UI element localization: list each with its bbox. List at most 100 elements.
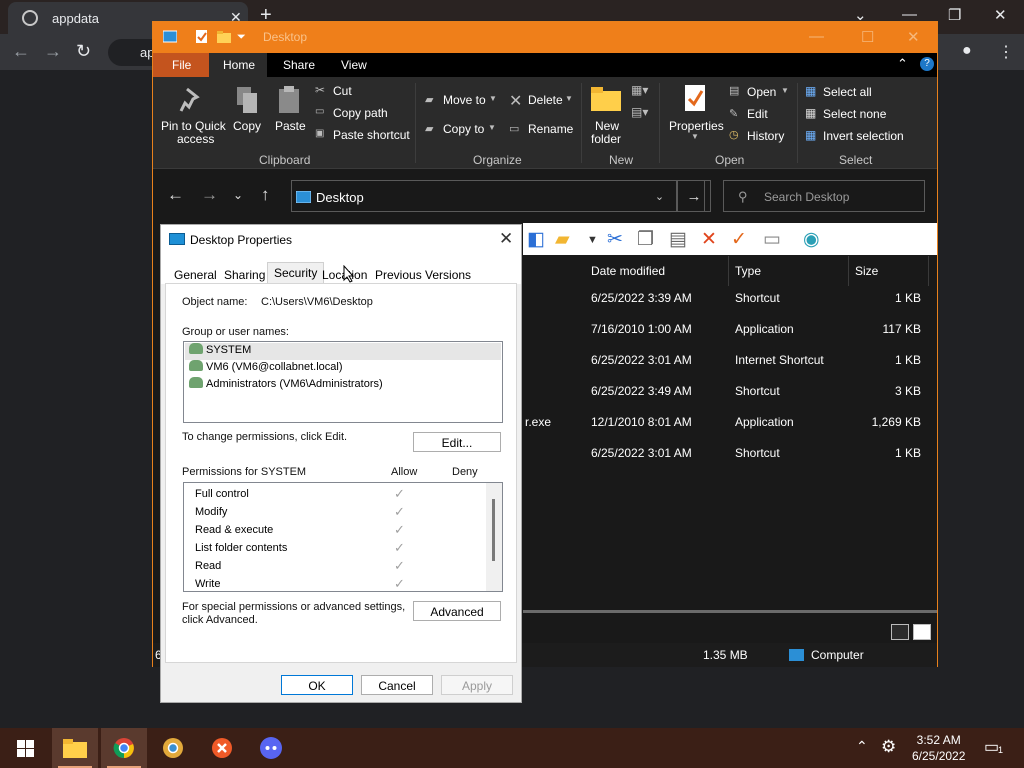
open-icon[interactable]: ▤ bbox=[729, 84, 739, 97]
rename-icon[interactable]: ▭ bbox=[509, 122, 519, 135]
delete-button[interactable]: Delete bbox=[528, 93, 563, 107]
address-dropdown-icon[interactable]: ⌄ bbox=[643, 180, 677, 212]
column-date-modified[interactable]: Date modified bbox=[585, 256, 729, 286]
new-folder-icon[interactable] bbox=[591, 85, 621, 111]
copy-icon[interactable] bbox=[235, 85, 259, 115]
move-to-icon[interactable]: ▰ bbox=[425, 93, 433, 106]
explorer-close-button[interactable]: ✕ bbox=[907, 28, 920, 46]
taskbar-clock[interactable]: 3:52 AM 6/25/2022 bbox=[912, 732, 965, 764]
user-item-vm6[interactable]: VM6 (VM6@collabnet.local) bbox=[189, 360, 343, 377]
large-icons-view-icon[interactable] bbox=[913, 624, 931, 640]
taskbar-discord[interactable] bbox=[248, 728, 294, 768]
pin-quick-access-label-1[interactable]: Pin to Quick bbox=[161, 119, 226, 133]
new-folder-label-2[interactable]: folder bbox=[591, 132, 621, 146]
select-all-icon[interactable]: ▦ bbox=[805, 84, 816, 98]
help-icon[interactable]: ? bbox=[920, 57, 934, 71]
delete-dropdown-icon[interactable]: ▼ bbox=[565, 94, 573, 103]
user-item-system[interactable]: SYSTEM bbox=[185, 343, 501, 360]
recent-locations-icon[interactable]: ⌄ bbox=[233, 188, 243, 202]
pin-icon[interactable] bbox=[179, 87, 203, 113]
copy-path-icon[interactable]: ▭ bbox=[315, 106, 324, 117]
customize-qa-icon[interactable]: ⏷ bbox=[237, 31, 246, 44]
pin-quick-access-label-2[interactable]: access bbox=[177, 132, 214, 146]
copy-toolbar-icon[interactable]: ❐ bbox=[637, 228, 654, 251]
tab-sharing[interactable]: Sharing bbox=[224, 268, 265, 282]
paste-shortcut-icon[interactable]: ▣ bbox=[315, 128, 324, 139]
scissors-icon[interactable]: ✂ bbox=[315, 83, 325, 97]
show-hidden-icons-chevron[interactable]: ⌃ bbox=[856, 738, 868, 755]
scrollbar-thumb[interactable] bbox=[492, 499, 495, 561]
network-icon[interactable]: ◉ bbox=[803, 228, 820, 251]
cancel-button[interactable]: Cancel bbox=[361, 675, 433, 695]
reload-icon[interactable]: ↻ bbox=[76, 41, 91, 62]
tab-security[interactable]: Security bbox=[267, 262, 325, 284]
user-item-administrators[interactable]: Administrators (VM6\Administrators) bbox=[189, 377, 383, 394]
horizontal-scrollbar[interactable] bbox=[523, 610, 937, 613]
go-arrow-icon[interactable]: → bbox=[677, 180, 711, 212]
user-list[interactable]: SYSTEM VM6 (VM6@collabnet.local) Adminis… bbox=[183, 341, 503, 423]
tab-general[interactable]: General bbox=[174, 268, 217, 282]
collapse-ribbon-icon[interactable]: ⌃ bbox=[897, 56, 908, 72]
settings-gear-icon[interactable]: ⚙ bbox=[881, 737, 896, 757]
tab-home[interactable]: Home bbox=[209, 53, 267, 77]
explorer-back-icon[interactable]: ← bbox=[167, 185, 184, 205]
edit-button[interactable]: Edit... bbox=[413, 432, 501, 452]
edit-ribbon-button[interactable]: Edit bbox=[747, 107, 768, 121]
tab-previous-versions[interactable]: Previous Versions bbox=[375, 268, 471, 282]
open-dropdown-icon[interactable]: ▼ bbox=[781, 86, 789, 95]
easy-access-icon[interactable]: ▤▾ bbox=[631, 105, 648, 119]
notification-icon[interactable]: ▭ bbox=[984, 737, 999, 757]
copy-to-dropdown-icon[interactable]: ▼ bbox=[488, 123, 496, 132]
chrome-restore-button[interactable]: ❐ bbox=[948, 6, 961, 24]
history-button[interactable]: History bbox=[747, 129, 784, 143]
details-view-icon[interactable] bbox=[891, 624, 909, 640]
taskbar-chrome-canary[interactable] bbox=[150, 728, 196, 768]
advanced-button[interactable]: Advanced bbox=[413, 601, 501, 621]
paste-toolbar-icon[interactable]: ▤ bbox=[669, 228, 687, 251]
start-button[interactable] bbox=[2, 728, 48, 768]
column-type[interactable]: Type bbox=[729, 256, 849, 286]
column-size[interactable]: Size bbox=[849, 256, 929, 286]
move-to-dropdown-icon[interactable]: ▼ bbox=[489, 94, 497, 103]
delete-toolbar-icon[interactable]: ✕ bbox=[701, 228, 717, 251]
explorer-forward-icon[interactable]: → bbox=[201, 185, 218, 205]
properties-dropdown-icon[interactable]: ▼ bbox=[691, 132, 699, 141]
edit-icon[interactable]: ✎ bbox=[729, 107, 738, 120]
properties-icon[interactable] bbox=[683, 83, 707, 113]
up-arrow-icon[interactable]: ↑ bbox=[261, 185, 270, 205]
history-icon[interactable]: ◷ bbox=[729, 128, 739, 141]
paste-button[interactable]: Paste bbox=[275, 119, 306, 133]
new-item-icon[interactable]: ▦▾ bbox=[631, 83, 648, 97]
properties-qa-icon[interactable] bbox=[195, 30, 209, 43]
chrome-close-button[interactable]: ✕ bbox=[994, 6, 1007, 24]
rename-toolbar-icon[interactable]: ▭ bbox=[763, 228, 781, 251]
tab-share[interactable]: Share bbox=[283, 58, 315, 72]
select-none-button[interactable]: Select none bbox=[823, 107, 886, 121]
new-folder-label-1[interactable]: New bbox=[595, 119, 619, 133]
invert-selection-icon[interactable]: ▦ bbox=[805, 128, 816, 142]
delete-x-icon[interactable]: ✕ bbox=[509, 91, 522, 111]
dropdown-icon[interactable]: ▼ bbox=[587, 234, 598, 246]
forward-arrow-icon[interactable]: → bbox=[44, 41, 62, 62]
preview-pane-icon[interactable]: ◧ bbox=[527, 228, 545, 251]
properties-toolbar-icon[interactable]: ✓ bbox=[731, 228, 747, 251]
tab-file[interactable]: File bbox=[153, 53, 209, 77]
paste-icon[interactable] bbox=[277, 85, 301, 115]
folder-check-icon[interactable]: ▰ bbox=[555, 228, 570, 251]
select-none-icon[interactable]: ▦ bbox=[805, 106, 816, 120]
permissions-scrollbar[interactable] bbox=[486, 483, 502, 591]
cut-toolbar-icon[interactable]: ✂ bbox=[607, 228, 623, 251]
cut-button[interactable]: Cut bbox=[333, 84, 352, 98]
search-box[interactable]: ⚲ Search Desktop bbox=[723, 180, 925, 212]
taskbar-app-x[interactable] bbox=[199, 728, 245, 768]
dialog-close-button[interactable]: ✕ bbox=[499, 229, 513, 249]
taskbar-file-explorer[interactable] bbox=[52, 728, 98, 768]
select-all-button[interactable]: Select all bbox=[823, 85, 872, 99]
chrome-menu-icon[interactable]: ⋮ bbox=[998, 42, 1014, 62]
profile-icon[interactable]: ● bbox=[962, 42, 972, 60]
paste-shortcut-button[interactable]: Paste shortcut bbox=[333, 128, 410, 142]
copy-to-icon[interactable]: ▰ bbox=[425, 122, 433, 135]
tab-view[interactable]: View bbox=[341, 58, 367, 72]
copy-to-button[interactable]: Copy to bbox=[443, 122, 484, 136]
explorer-minimize-button[interactable]: — bbox=[809, 28, 824, 45]
